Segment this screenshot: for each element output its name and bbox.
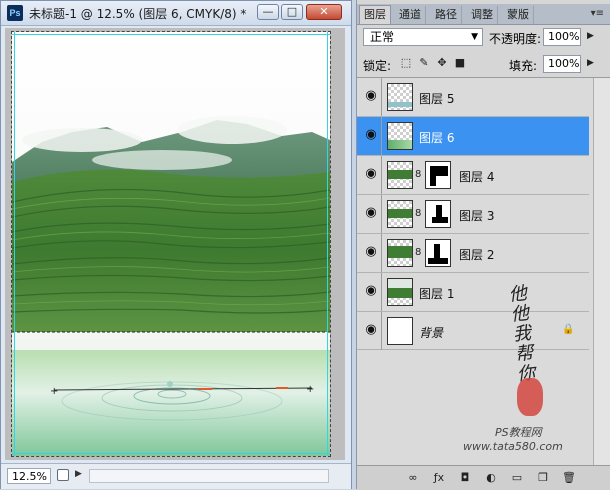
layer-thumbnail[interactable]	[387, 278, 413, 306]
link-chain-icon[interactable]: 8	[415, 208, 421, 219]
vertical-scrollbar[interactable]	[593, 78, 610, 465]
blend-mode-select[interactable]: 正常 ▼	[363, 28, 483, 46]
layer-name[interactable]: 图层 1	[419, 285, 454, 302]
guide-top[interactable]	[12, 34, 330, 35]
visibility-separator	[381, 234, 382, 272]
layer-row-2[interactable]: ◉ 8 图层 2	[357, 234, 589, 273]
tab-channels[interactable]: 通道	[395, 6, 426, 24]
document-window: Ps 未标题-1 @ 12.5% (图层 6, CMYK/8) * — □ ✕	[0, 0, 352, 489]
layer-name[interactable]: 图层 6	[419, 129, 454, 146]
layer-name[interactable]: 图层 4	[459, 168, 494, 185]
group-icon[interactable]: ▭	[509, 470, 525, 486]
canvas-area[interactable]: + +	[5, 28, 345, 460]
link-icon[interactable]: ∞	[405, 470, 421, 486]
eye-icon[interactable]: ◉	[361, 281, 381, 301]
layer-thumbnail[interactable]	[387, 83, 413, 111]
layer-thumbnail[interactable]	[387, 200, 413, 228]
document-statusbar: 12.5% ▶	[1, 463, 351, 489]
opacity-label: 不透明度:	[489, 32, 542, 46]
guide-left[interactable]	[14, 32, 15, 456]
lock-brush-icon[interactable]: ✎	[417, 56, 431, 70]
layer-list: ◉ 图层 5 ◉ 图层 6 ◉ 8 图层 4 ◉ 8 图层 3 ◉ 8 图层 2…	[357, 77, 610, 465]
visibility-separator	[381, 312, 382, 350]
layer-name[interactable]: 图层 2	[459, 246, 494, 263]
layer-thumbnail[interactable]	[387, 161, 413, 189]
horizontal-scrollbar[interactable]	[89, 469, 329, 483]
document-title: 未标题-1 @ 12.5% (图层 6, CMYK/8) *	[29, 7, 247, 21]
trash-icon[interactable]: 🗑	[561, 470, 577, 486]
layer-row-5[interactable]: ◉ 图层 5	[357, 78, 589, 117]
lock-icon: 🔒	[562, 324, 575, 335]
photoshop-app-icon: Ps	[7, 5, 23, 21]
eye-icon[interactable]: ◉	[361, 320, 381, 340]
chevron-down-icon: ▼	[471, 32, 478, 42]
visibility-separator	[381, 78, 382, 116]
tab-layers[interactable]: 图层	[359, 5, 391, 24]
layers-panel: 图层 通道 路径 调整 蒙版 ▾≡ 正常 ▼ 不透明度: 100% ▶ 锁定: …	[356, 0, 610, 490]
layer-row-background[interactable]: ◉ 背景 🔒	[357, 312, 589, 350]
lock-label: 锁定:	[363, 59, 392, 73]
tab-masks[interactable]: 蒙版	[503, 6, 534, 24]
lock-transparent-icon[interactable]: ⬚	[399, 56, 413, 70]
eye-icon[interactable]: ◉	[361, 242, 381, 262]
layer-row-4[interactable]: ◉ 8 图层 4	[357, 156, 589, 195]
layer-thumbnail[interactable]	[387, 122, 413, 150]
layer-name[interactable]: 图层 5	[419, 90, 454, 107]
tab-paths[interactable]: 路径	[431, 6, 462, 24]
visibility-separator	[381, 195, 382, 233]
svg-text:+: +	[50, 386, 58, 397]
eye-icon[interactable]: ◉	[361, 86, 381, 106]
status-menu-arrow-icon[interactable]: ▶	[75, 469, 82, 479]
visibility-separator	[381, 273, 382, 311]
tea-plantation-image: + +	[12, 32, 330, 456]
mask-icon[interactable]: ◘	[457, 470, 473, 486]
link-chain-icon[interactable]: 8	[415, 169, 421, 180]
svg-text:+: +	[306, 384, 314, 395]
maximize-button[interactable]: □	[281, 4, 303, 20]
eye-icon[interactable]: ◉	[361, 125, 381, 145]
opacity-slider-arrow-icon[interactable]: ▶	[587, 31, 594, 41]
fill-input[interactable]: 100%	[543, 55, 581, 73]
eye-icon[interactable]: ◉	[361, 203, 381, 223]
link-chain-icon[interactable]: 8	[415, 247, 421, 258]
layer-name[interactable]: 图层 3	[459, 207, 494, 224]
minimize-button[interactable]: —	[257, 4, 279, 20]
visibility-separator	[381, 156, 382, 194]
layer-name[interactable]: 背景	[419, 324, 443, 341]
eye-icon[interactable]: ◉	[361, 164, 381, 184]
layer-row-6[interactable]: ◉ 图层 6	[357, 117, 589, 156]
fill-label: 填充:	[509, 59, 538, 73]
image-canvas[interactable]: + +	[11, 31, 331, 457]
panel-menu-icon[interactable]: ▾≡	[591, 8, 604, 19]
lock-move-icon[interactable]: ✥	[435, 56, 449, 70]
layer-row-1[interactable]: ◉ 图层 1	[357, 273, 589, 312]
guide-bottom[interactable]	[12, 453, 330, 454]
fx-icon[interactable]: ƒx	[431, 470, 447, 486]
fill-slider-arrow-icon[interactable]: ▶	[587, 58, 594, 68]
close-button[interactable]: ✕	[306, 4, 342, 20]
tab-adjustments[interactable]: 调整	[467, 6, 498, 24]
layer-thumbnail[interactable]	[387, 317, 413, 345]
document-info-icon[interactable]	[57, 469, 69, 481]
layers-panel-footer: ∞ ƒx ◘ ◐ ▭ ❐ 🗑	[357, 465, 610, 490]
opacity-input[interactable]: 100%	[543, 28, 581, 46]
blend-mode-value: 正常	[370, 30, 395, 44]
visibility-separator	[381, 117, 382, 155]
document-titlebar[interactable]: Ps 未标题-1 @ 12.5% (图层 6, CMYK/8) * — □ ✕	[1, 1, 351, 26]
new-layer-icon[interactable]: ❐	[535, 470, 551, 486]
adjustment-icon[interactable]: ◐	[483, 470, 499, 486]
layer-mask-thumbnail[interactable]	[425, 161, 451, 189]
layer-thumbnail[interactable]	[387, 239, 413, 267]
layer-mask-thumbnail[interactable]	[425, 239, 451, 267]
lock-all-icon[interactable]: ■	[453, 56, 467, 70]
layer-mask-thumbnail[interactable]	[425, 200, 451, 228]
zoom-level-field[interactable]: 12.5%	[7, 468, 51, 484]
layer-row-3[interactable]: ◉ 8 图层 3	[357, 195, 589, 234]
guide-right[interactable]	[327, 32, 328, 456]
panel-tab-bar: 图层 通道 路径 调整 蒙版 ▾≡	[357, 4, 610, 25]
